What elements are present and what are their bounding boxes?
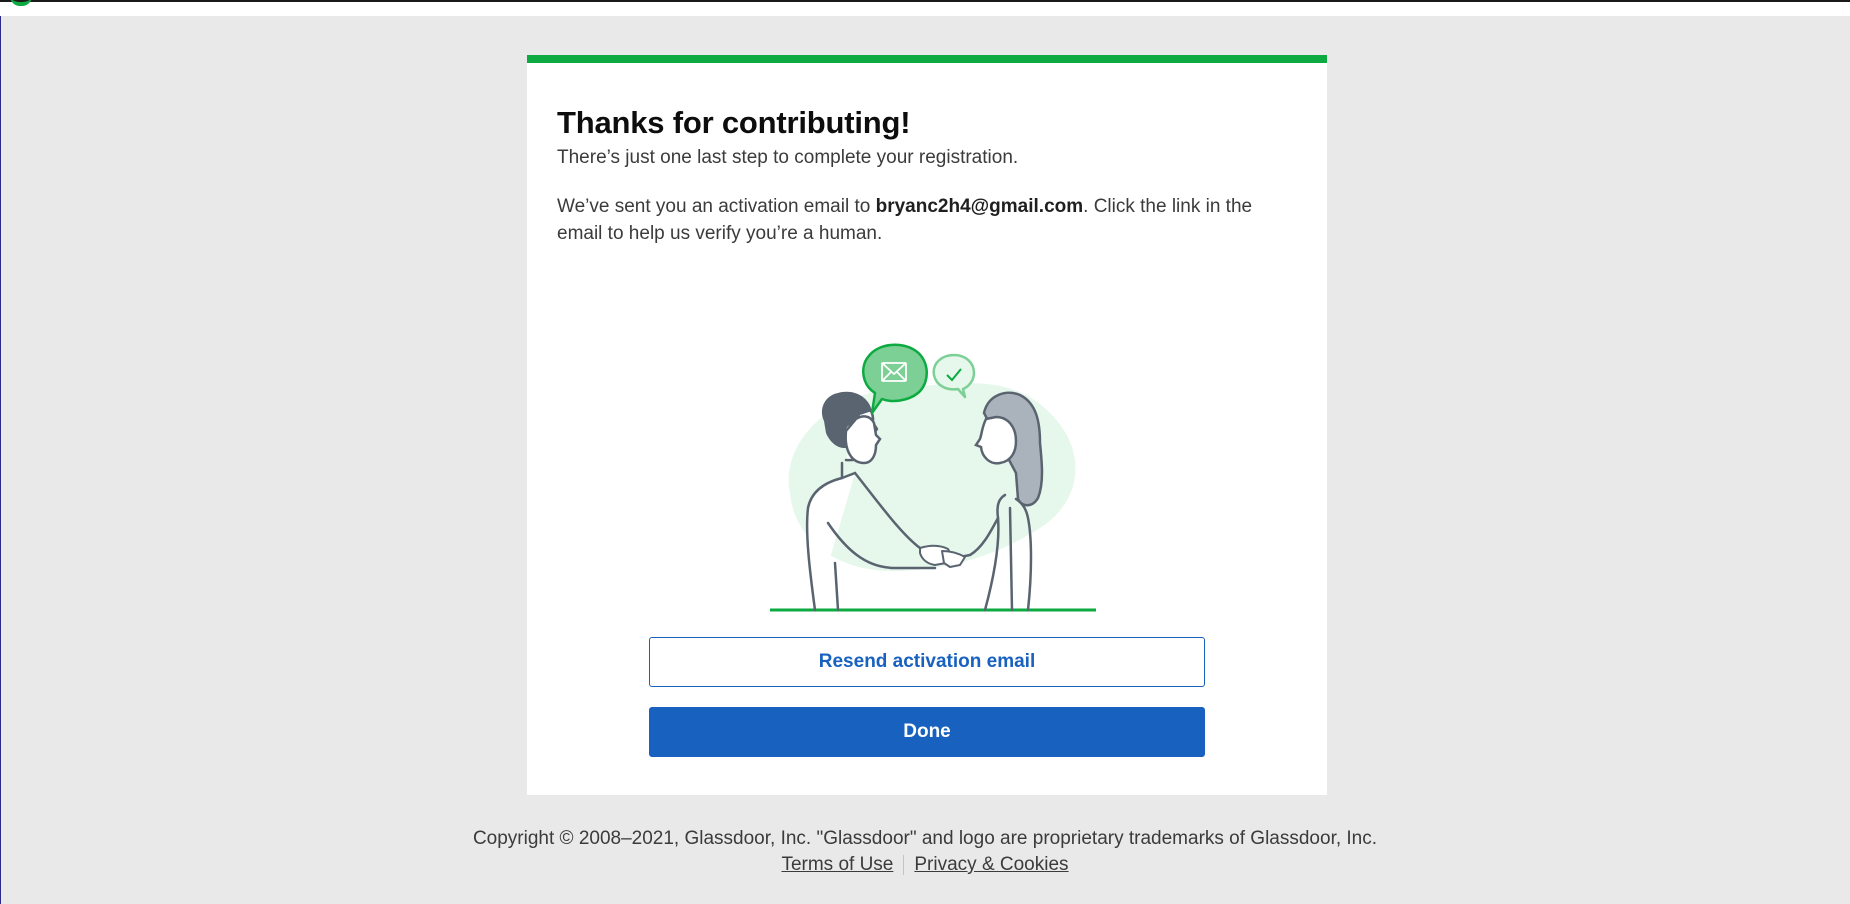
top-bar: [0, 0, 1850, 16]
resend-activation-email-button[interactable]: Resend activation email: [649, 637, 1205, 687]
window-left-edge: [0, 0, 1, 904]
privacy-cookies-link[interactable]: Privacy & Cookies: [914, 854, 1068, 876]
done-button[interactable]: Done: [649, 707, 1205, 757]
handshake-illustration: [770, 343, 1096, 612]
footer-link-divider: [903, 855, 905, 875]
registration-confirmation-card: Thanks for contributing! There’s just on…: [527, 55, 1327, 795]
man-head: [844, 415, 882, 465]
registration-subtitle: There’s just one last step to complete y…: [557, 147, 1019, 168]
activation-message: We’ve sent you an activation email to br…: [557, 193, 1297, 247]
activation-message-prefix: We’ve sent you an activation email to: [557, 196, 876, 217]
page-title: Thanks for contributing!: [557, 105, 911, 140]
copyright-text: Copyright © 2008–2021, Glassdoor, Inc. "…: [472, 828, 1378, 849]
activation-email-address: bryanc2h4@gmail.com: [875, 196, 1084, 217]
footer-links: Terms of Use Privacy & Cookies: [0, 854, 1850, 876]
glassdoor-logo-icon[interactable]: [10, 0, 32, 6]
page-footer: Copyright © 2008–2021, Glassdoor, Inc. "…: [0, 828, 1850, 876]
terms-of-use-link[interactable]: Terms of Use: [781, 854, 893, 876]
